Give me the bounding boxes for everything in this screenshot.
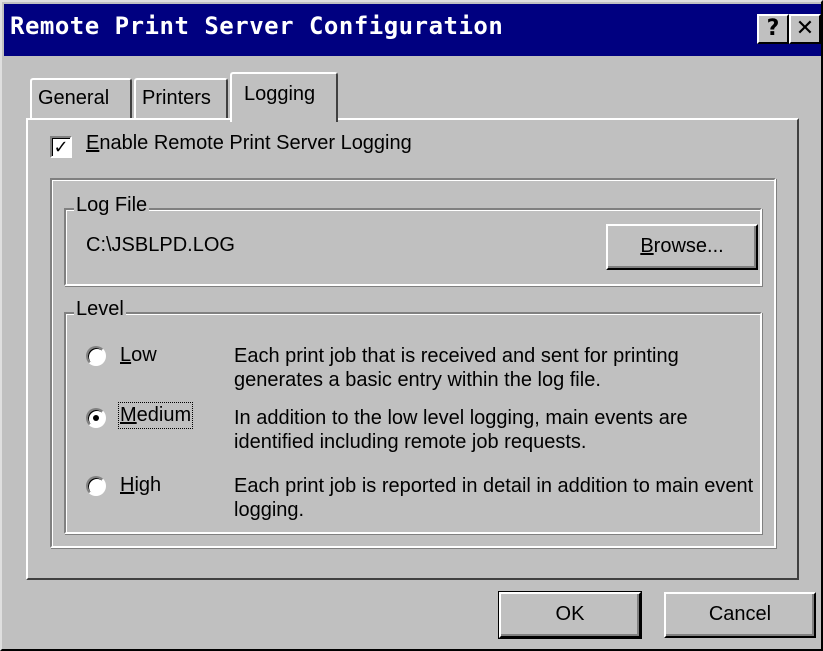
high-description: Each print job is reported in detail in … [234, 475, 754, 521]
radio-medium-dot [93, 415, 99, 421]
enable-logging-label-text: nable Remote Print Server Logging [99, 132, 412, 154]
browse-mnemonic: B [640, 235, 654, 257]
help-button[interactable]: ? [757, 14, 789, 44]
radio-low-label[interactable]: Low [120, 344, 157, 367]
enable-logging-mnemonic: E [86, 132, 100, 154]
radio-low-label-text: ow [131, 344, 157, 366]
tab-logging[interactable]: Logging [230, 72, 338, 122]
remote-print-server-dialog: Remote Print Server Configuration ? ✕ Ge… [0, 0, 823, 651]
radio-medium-label-text: edium [136, 404, 192, 426]
cancel-button[interactable]: Cancel [664, 592, 816, 638]
enable-logging-label[interactable]: Enable Remote Print Server Logging [86, 132, 412, 155]
radio-medium-mnemonic: M [120, 404, 137, 426]
radio-medium[interactable] [86, 408, 106, 428]
radio-high-mnemonic: H [120, 474, 135, 496]
window-title: Remote Print Server Configuration [10, 12, 504, 40]
ok-button[interactable]: OK [499, 592, 641, 638]
low-description: Each print job that is received and sent… [234, 345, 679, 391]
radio-low[interactable] [86, 346, 106, 366]
log-file-path: C:\JSBLPD.LOG [86, 234, 235, 256]
radio-high[interactable] [86, 476, 106, 496]
radio-low-mnemonic: L [120, 344, 132, 366]
radio-high-label[interactable]: High [120, 474, 161, 497]
browse-label: rowse... [653, 235, 724, 257]
close-button[interactable]: ✕ [789, 14, 821, 44]
browse-button[interactable]: Browse... [606, 224, 758, 270]
title-bar[interactable]: Remote Print Server Configuration ? ✕ [4, 4, 821, 56]
radio-high-label-text: igh [134, 474, 162, 496]
tab-printers[interactable]: Printers [134, 78, 228, 118]
log-file-group-title: Log File [74, 194, 150, 217]
level-group-title: Level [74, 298, 126, 321]
tab-general[interactable]: General [30, 78, 132, 118]
radio-medium-label[interactable]: Medium [117, 402, 194, 429]
medium-description: In addition to the low level logging, ma… [234, 407, 688, 453]
enable-logging-checkbox[interactable]: ✓ [50, 136, 72, 158]
